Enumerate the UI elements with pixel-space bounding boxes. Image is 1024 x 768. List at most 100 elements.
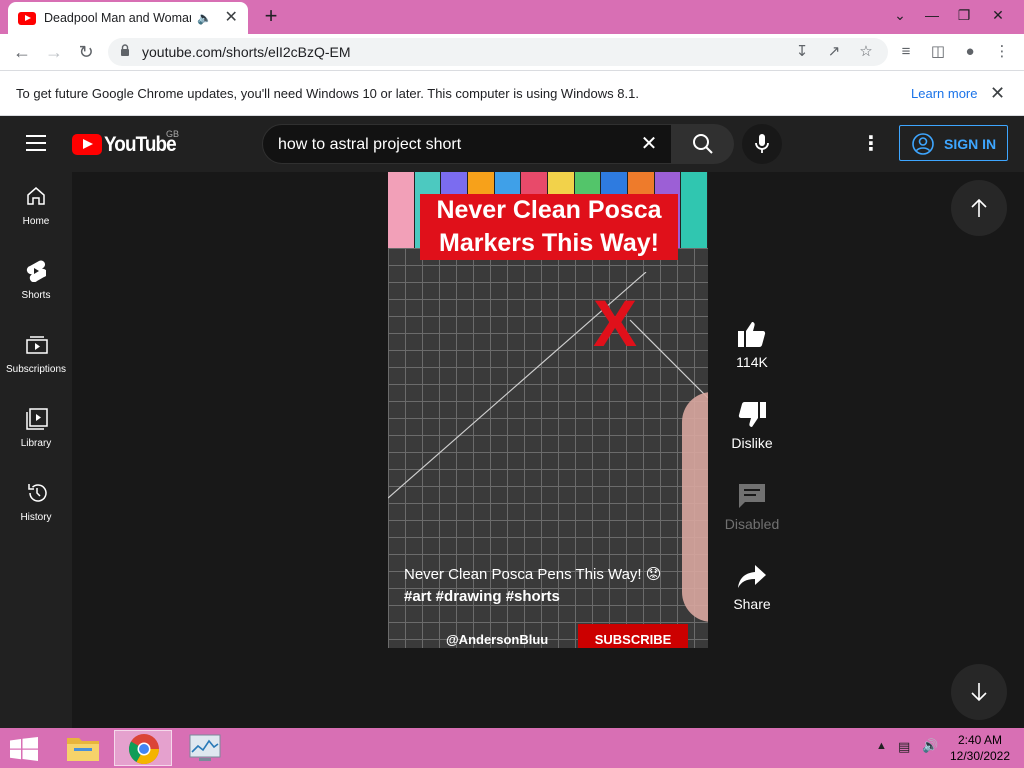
clock-date: 12/30/2022	[949, 749, 1011, 763]
sidebar-item-home[interactable]: Home	[0, 172, 72, 242]
sidebar-item-library[interactable]: Library	[0, 394, 72, 464]
sidebar-item-label: Subscriptions	[5, 364, 67, 375]
voice-search-button[interactable]	[742, 124, 782, 164]
youtube-logo-icon[interactable]	[72, 134, 102, 155]
previous-short-button[interactable]	[951, 180, 1007, 236]
short-video[interactable]: Never Clean Posca Markers This Way! X Ne…	[388, 172, 708, 648]
task-manager-taskbar-button[interactable]	[176, 730, 234, 766]
sidebar-item-label: Shorts	[21, 290, 51, 301]
shorts-icon	[26, 260, 46, 282]
search-button[interactable]	[672, 124, 734, 164]
home-icon	[27, 187, 45, 205]
sidebar-item-shorts[interactable]: Shorts	[0, 246, 72, 316]
infobar-close-icon[interactable]: ✕	[990, 83, 1005, 104]
comments-label: Disabled	[724, 516, 780, 532]
search-icon	[693, 134, 713, 154]
file-explorer-taskbar-button[interactable]	[54, 730, 112, 766]
minimize-button[interactable]: —	[914, 0, 950, 30]
search-query: how to astral project short	[278, 136, 462, 153]
bookmark-star-icon[interactable]: ☆	[856, 42, 876, 62]
arrow-down-icon	[971, 683, 987, 702]
chrome-menu-icon[interactable]: ⋮	[992, 42, 1012, 62]
browser-tab[interactable]: Deadpool Man and Woman 🔈 ✕	[8, 2, 248, 34]
back-button[interactable]: ←	[8, 38, 36, 66]
dislike-button[interactable]: Dislike	[712, 401, 792, 451]
youtube-header: YouTube GB how to astral project short ✕…	[0, 116, 1024, 172]
banner-line-1: Never Clean Posca	[436, 196, 662, 224]
window-close-button[interactable]: ✕	[980, 0, 1016, 30]
address-bar[interactable]: youtube.com/shorts/elI2cBzQ-EM	[108, 38, 888, 66]
youtube-wordmark[interactable]: YouTube	[104, 133, 177, 157]
sidebar: Home Shorts Subscriptions Library Histor…	[0, 172, 72, 728]
show-hidden-icons-icon[interactable]: ▲	[876, 740, 887, 752]
folder-icon	[67, 738, 99, 761]
comments-button: Disabled	[712, 482, 792, 532]
banner-line-2: Markers This Way!	[439, 229, 659, 257]
tab-title: Deadpool Man and Woman	[44, 11, 192, 25]
account-icon	[912, 133, 934, 155]
lock-icon	[121, 44, 129, 56]
like-button[interactable]: 114K	[712, 320, 792, 370]
volume-icon[interactable]: 🔊	[922, 738, 938, 754]
clear-search-icon[interactable]: ✕	[637, 132, 661, 156]
tab-close-icon[interactable]: ✕	[222, 9, 240, 27]
library-icon	[26, 408, 48, 430]
url-text: youtube.com/shorts/elI2cBzQ-EM	[142, 44, 351, 60]
profile-avatar-icon[interactable]: ●	[960, 42, 980, 62]
share-icon	[738, 565, 766, 588]
sidebar-item-label: History	[20, 512, 52, 523]
reload-button[interactable]: ↻	[72, 38, 100, 66]
infobar-message: To get future Google Chrome updates, you…	[16, 86, 639, 101]
next-short-button[interactable]	[951, 664, 1007, 720]
speaker-icon[interactable]: 🔈	[197, 11, 212, 25]
dislike-label: Dislike	[731, 435, 773, 451]
chrome-icon	[128, 734, 159, 765]
youtube-favicon-icon	[18, 11, 36, 25]
shorts-player-area: Never Clean Posca Markers This Way! X Ne…	[72, 172, 1024, 728]
chrome-taskbar-button[interactable]	[114, 730, 172, 766]
sidebar-item-label: Library	[20, 438, 52, 449]
history-icon	[28, 484, 47, 502]
learn-more-link[interactable]: Learn more	[911, 86, 977, 101]
sign-in-button[interactable]: SIGN IN	[899, 125, 1008, 161]
forward-button[interactable]: →	[40, 38, 68, 66]
sidebar-item-subscriptions[interactable]: Subscriptions	[0, 320, 72, 390]
thumbs-up-icon	[738, 322, 766, 347]
microphone-icon	[755, 134, 769, 153]
video-description: Never Clean Posca Pens This Way! 😟	[404, 566, 662, 583]
share-label: Share	[733, 596, 771, 612]
arrow-up-icon	[971, 198, 987, 217]
comment-icon	[739, 484, 765, 508]
new-tab-button[interactable]: +	[260, 5, 282, 27]
more-options-icon[interactable]: ⋮	[858, 130, 884, 158]
side-panel-icon[interactable]: ◫	[928, 42, 948, 62]
taskbar-clock[interactable]: 2:40 AM 12/30/2022	[946, 732, 1014, 764]
channel-name[interactable]: @AndersonBluu	[446, 632, 548, 647]
windows-start-icon[interactable]	[10, 737, 38, 761]
red-x-mark: X	[593, 286, 638, 360]
subscribe-button[interactable]: SUBSCRIBE	[578, 624, 688, 648]
like-count: 114K	[736, 354, 768, 370]
install-icon[interactable]: ↧	[792, 42, 812, 62]
video-caption: Never Clean Posca Pens This Way! 😟 #art …	[404, 564, 694, 608]
update-infobar: To get future Google Chrome updates, you…	[0, 70, 1024, 116]
windows-taskbar: ▲ ▤ 🔊 2:40 AM 12/30/2022	[0, 728, 1024, 768]
sidebar-item-history[interactable]: History	[0, 468, 72, 538]
performance-monitor-icon	[189, 734, 221, 761]
country-code: GB	[166, 129, 180, 139]
media-controls-icon[interactable]: ≡	[896, 42, 916, 62]
video-title-banner: Never Clean Posca Markers This Way!	[420, 194, 678, 260]
video-hashtags[interactable]: #art #drawing #shorts	[404, 586, 694, 608]
share-button[interactable]: Share	[712, 564, 792, 612]
hamburger-menu-icon[interactable]	[26, 135, 46, 151]
restore-button[interactable]: ❐	[946, 0, 982, 30]
browser-toolbar: ← → ↻ youtube.com/shorts/elI2cBzQ-EM ↧ ↗…	[0, 34, 1024, 70]
network-icon[interactable]: ▤	[898, 739, 910, 755]
share-page-icon[interactable]: ↗	[824, 42, 844, 62]
browser-title-bar: Deadpool Man and Woman 🔈 ✕ + ⌄ — ❐ ✕	[0, 0, 1024, 34]
thumbs-down-icon	[738, 402, 766, 427]
tab-search-chevron-icon[interactable]: ⌄	[882, 0, 918, 30]
clock-time: 2:40 AM	[957, 733, 1003, 747]
sidebar-item-label: Home	[22, 216, 50, 227]
search-input[interactable]: how to astral project short ✕	[262, 124, 672, 164]
